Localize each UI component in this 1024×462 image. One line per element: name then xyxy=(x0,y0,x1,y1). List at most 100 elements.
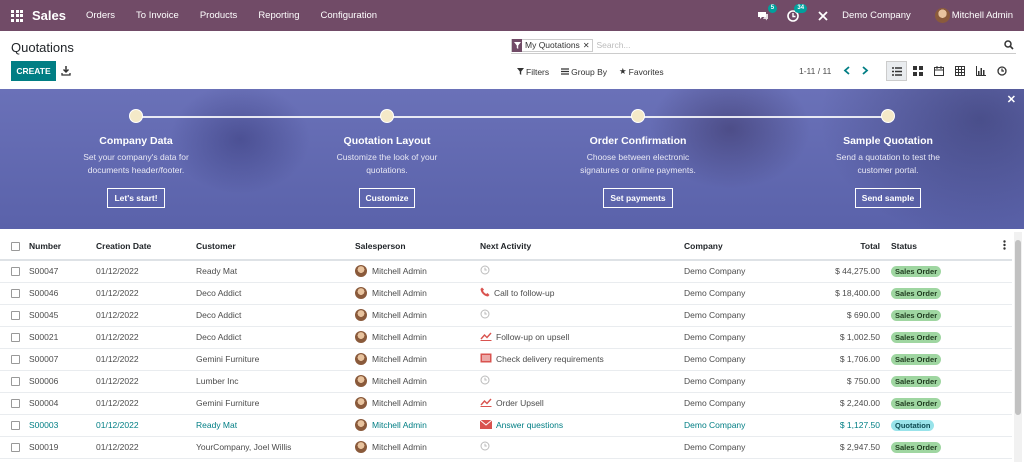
send-sample-button[interactable]: Send sample xyxy=(854,188,922,208)
row-checkbox[interactable] xyxy=(11,355,20,365)
step-company-data: Company Data Set your company's data for… xyxy=(46,109,226,208)
customize-button[interactable]: Customize xyxy=(358,188,416,208)
pivot-view-icon[interactable] xyxy=(949,61,970,81)
list-icon[interactable] xyxy=(480,353,492,365)
top-navbar: Sales Orders To Invoice Products Reporti… xyxy=(0,0,1024,31)
table-row[interactable]: S00004 01/12/2022 Gemini Furniture Mitchell… xyxy=(0,392,1012,415)
row-checkbox[interactable] xyxy=(11,311,20,321)
list-scrollbar[interactable] xyxy=(1014,232,1022,462)
filters-toggle[interactable]: Filters xyxy=(517,67,549,77)
salesperson-name: Mitchell Admin xyxy=(372,332,427,342)
download-icon[interactable] xyxy=(61,66,71,78)
menu-orders[interactable]: Orders xyxy=(86,10,115,21)
step-dot xyxy=(380,109,394,123)
table-row[interactable]: S00006 01/12/2022 Lumber Inc Mitchell Admin… xyxy=(0,370,1012,393)
column-company[interactable]: Company xyxy=(684,232,796,261)
scrollbar-thumb[interactable] xyxy=(1015,240,1021,415)
search-options: Filters Group By ★ Favorites xyxy=(517,66,664,77)
user-menu[interactable]: Mitchell Admin xyxy=(952,10,1013,21)
cell-salesperson: Mitchell Admin xyxy=(355,260,480,283)
row-checkbox[interactable] xyxy=(11,377,20,387)
cell-customer: Deco Addict xyxy=(196,304,355,327)
cell-next-activity[interactable]: Order Upsell xyxy=(480,392,684,415)
row-checkbox[interactable] xyxy=(11,443,20,453)
salesperson-name: Mitchell Admin xyxy=(372,354,427,364)
tools-icon[interactable] xyxy=(816,9,830,23)
clock-icon[interactable] xyxy=(480,309,490,321)
menu-configuration[interactable]: Configuration xyxy=(321,10,378,21)
set-payments-button[interactable]: Set payments xyxy=(603,188,673,208)
column-customer[interactable]: Customer xyxy=(196,232,355,261)
calendar-view-icon[interactable] xyxy=(928,61,949,81)
facet-remove-icon[interactable]: ✕ xyxy=(583,41,592,50)
table-row[interactable]: S00007 01/12/2022 Gemini Furniture Mitchell… xyxy=(0,348,1012,371)
row-checkbox[interactable] xyxy=(11,421,20,431)
table-row[interactable]: S00021 01/12/2022 Deco Addict Mitchell Admi… xyxy=(0,326,1012,349)
close-icon[interactable]: ✕ xyxy=(1007,93,1016,106)
cell-next-activity[interactable]: Answer questions xyxy=(480,414,684,437)
column-status[interactable]: Status xyxy=(886,232,1012,261)
row-checkbox[interactable] xyxy=(11,267,20,277)
column-total[interactable]: Total xyxy=(796,232,886,261)
cell-number: S00047 xyxy=(29,260,96,283)
lets-start-button[interactable]: Let's start! xyxy=(107,188,165,208)
graph-view-icon[interactable] xyxy=(970,61,991,81)
optional-columns-icon[interactable] xyxy=(1003,240,1006,252)
clock-icon[interactable] xyxy=(480,375,490,387)
activity-count-badge: 34 xyxy=(794,3,808,13)
cell-status: Sales Order xyxy=(886,392,1012,415)
status-badge: Sales Order xyxy=(891,309,942,321)
column-salesperson[interactable]: Salesperson xyxy=(355,232,480,261)
row-checkbox[interactable] xyxy=(11,333,20,343)
view-switcher xyxy=(886,61,1012,81)
kanban-view-icon[interactable] xyxy=(907,61,928,81)
trend-icon[interactable] xyxy=(480,331,492,343)
cell-next-activity[interactable]: Check delivery requirements xyxy=(480,348,684,371)
company-switcher[interactable]: Demo Company xyxy=(842,10,911,21)
cell-next-activity[interactable]: Call to follow-up xyxy=(480,282,684,305)
pager-value[interactable]: 1-11 / 11 xyxy=(799,66,831,76)
envelope-icon[interactable] xyxy=(480,419,493,431)
search-icon[interactable] xyxy=(1004,40,1014,52)
list-view-icon[interactable] xyxy=(886,61,907,81)
create-button[interactable]: CREATE xyxy=(11,61,56,81)
cell-next-activity[interactable] xyxy=(480,370,684,393)
table-row[interactable]: S00046 01/12/2022 Deco Addict Mitchell Admi… xyxy=(0,282,1012,305)
select-all-checkbox[interactable] xyxy=(11,241,20,251)
menu-reporting[interactable]: Reporting xyxy=(258,10,299,21)
cell-total: $ 1,706.00 xyxy=(796,348,886,371)
phone-icon[interactable] xyxy=(480,287,490,299)
table-row[interactable]: S00003 01/12/2022 Ready Mat Mitchell Admin A… xyxy=(0,414,1012,437)
column-creation-date[interactable]: Creation Date xyxy=(96,232,196,261)
clock-icon[interactable] xyxy=(480,441,490,453)
step-title: Quotation Layout xyxy=(343,135,431,147)
table-row[interactable]: S00047 01/12/2022 Ready Mat Mitchell Admin D… xyxy=(0,260,1012,283)
user-avatar[interactable] xyxy=(934,8,950,23)
cell-next-activity[interactable] xyxy=(480,436,684,459)
pager-next-icon[interactable] xyxy=(861,66,869,77)
menu-to-invoice[interactable]: To Invoice xyxy=(136,10,179,21)
row-checkbox[interactable] xyxy=(11,399,20,409)
apps-grid-icon[interactable] xyxy=(11,9,23,22)
trend-icon[interactable] xyxy=(480,397,492,409)
row-checkbox[interactable] xyxy=(11,289,20,299)
menu-products[interactable]: Products xyxy=(200,10,238,21)
cell-next-activity[interactable]: Follow-up on upsell xyxy=(480,326,684,349)
groupby-toggle[interactable]: Group By xyxy=(561,67,607,77)
clock-icon[interactable] xyxy=(480,265,490,277)
pager-prev-icon[interactable] xyxy=(843,66,851,77)
cell-creation-date: 01/12/2022 xyxy=(96,414,196,437)
column-next-activity[interactable]: Next Activity xyxy=(480,232,684,261)
favorites-toggle[interactable]: ★ Favorites xyxy=(619,66,664,77)
table-row[interactable]: S00045 01/12/2022 Deco Addict Mitchell Admi… xyxy=(0,304,1012,327)
app-brand[interactable]: Sales xyxy=(32,8,66,23)
activity-clock-icon[interactable]: 34 xyxy=(786,3,808,23)
cell-next-activity[interactable] xyxy=(480,304,684,327)
cell-next-activity[interactable] xyxy=(480,260,684,283)
chat-icon[interactable]: 5 xyxy=(756,3,778,23)
table-row[interactable]: S00019 01/12/2022 YourCompany, Joel Willis… xyxy=(0,436,1012,459)
cell-number: S00003 xyxy=(29,414,96,437)
column-number[interactable]: Number xyxy=(29,232,96,261)
activity-view-icon[interactable] xyxy=(991,61,1012,81)
search-input[interactable] xyxy=(596,40,977,50)
